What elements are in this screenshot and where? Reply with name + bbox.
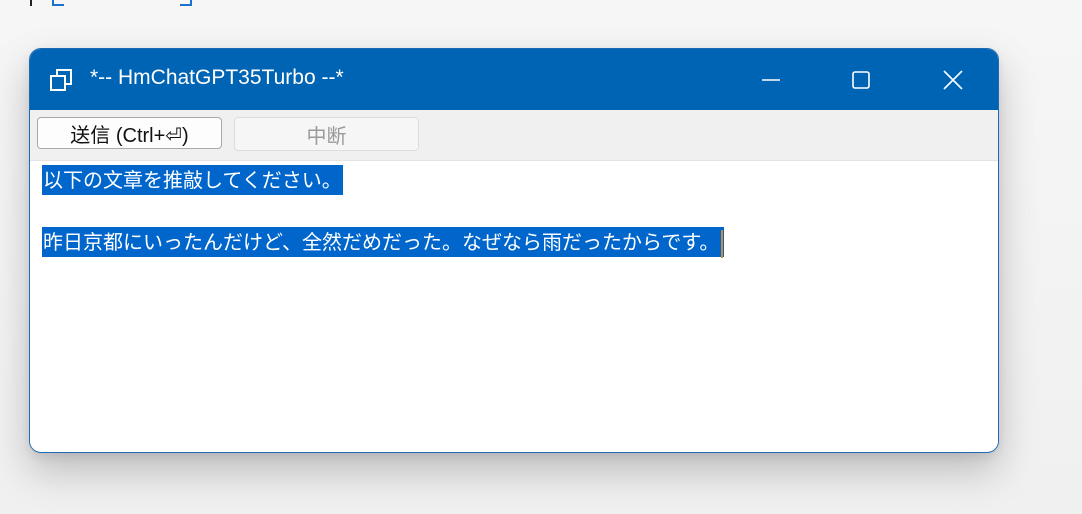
bracket-decoration (52, 0, 64, 6)
close-button[interactable] (908, 49, 998, 110)
prompt-editor[interactable]: 以下の文章を推敲してください。 昨日京都にいったんだけど、全然だめだった。なぜな… (30, 161, 998, 451)
maximize-button[interactable] (816, 49, 906, 110)
close-icon (943, 69, 963, 90)
editor-line-text: 以下の文章を推敲してください。 (43, 168, 342, 192)
chat-window: *-- HmChatGPT35Turbo --* 送信 (Ctrl+⏎) 中断 … (29, 48, 999, 453)
window-title: *-- HmChatGPT35Turbo --* (90, 66, 344, 89)
text-cursor (721, 229, 724, 258)
maximize-icon (852, 70, 870, 89)
send-button[interactable]: 送信 (Ctrl+⏎) (37, 117, 222, 149)
bracket-decoration (180, 0, 192, 6)
toolbar: 送信 (Ctrl+⏎) 中断 (30, 110, 998, 161)
background-window-fragment (30, 0, 192, 6)
minimize-button[interactable] (726, 49, 816, 110)
text-caret (30, 0, 32, 6)
minimize-icon (762, 78, 780, 81)
title-bar[interactable]: *-- HmChatGPT35Turbo --* (30, 49, 998, 110)
editor-line[interactable]: 昨日京都にいったんだけど、全然だめだった。なぜなら雨だったからです。 (42, 227, 725, 258)
editor-line-text: 昨日京都にいったんだけど、全然だめだった。なぜなら雨だったからです。 (43, 230, 720, 254)
app-icon (50, 69, 72, 91)
editor-line[interactable]: 以下の文章を推敲してください。 (42, 165, 343, 195)
stop-button[interactable]: 中断 (234, 117, 419, 151)
